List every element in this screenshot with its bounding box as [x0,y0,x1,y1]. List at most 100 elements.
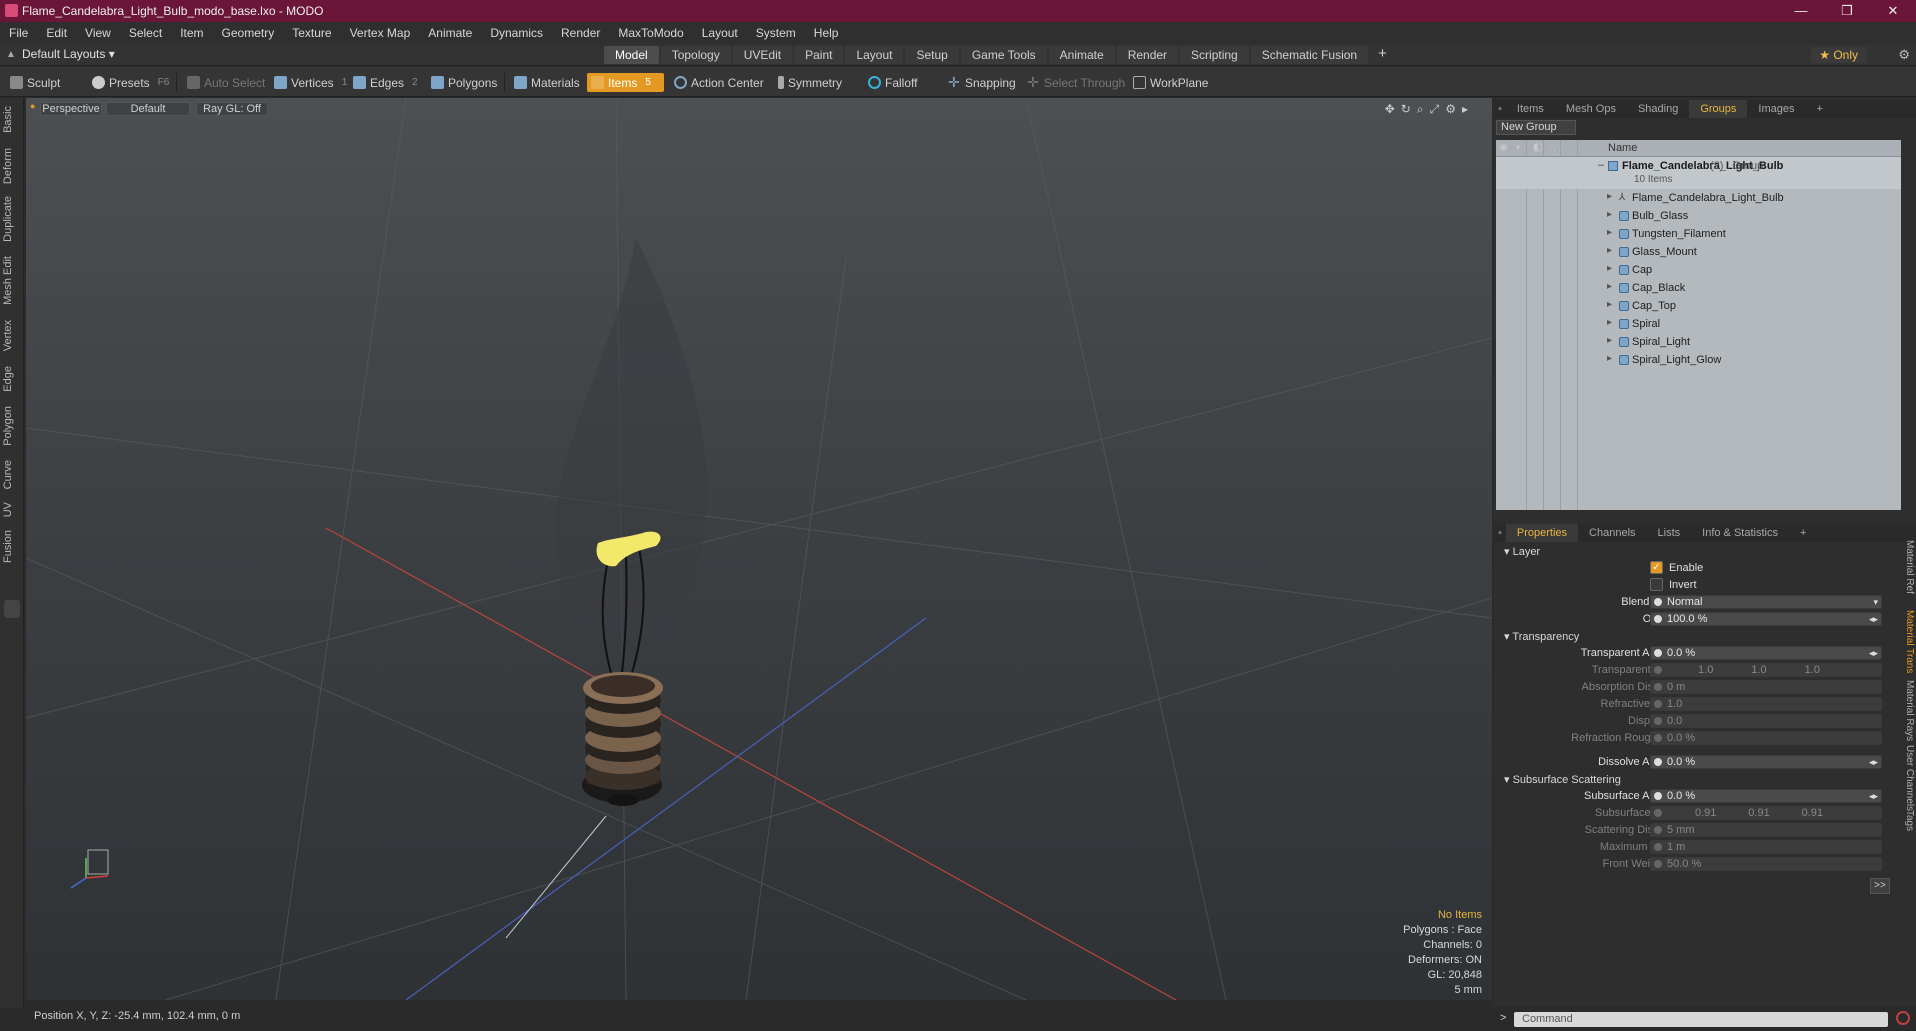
falloff-button[interactable]: Falloff [864,73,921,92]
side-tab-tags[interactable]: Tags [1901,810,1915,831]
menu-item[interactable]: Item [171,26,212,40]
command-input[interactable]: Command [1514,1012,1888,1027]
list-item[interactable]: ▸ Spiral [1496,315,1901,333]
side-tab-material-trans[interactable]: Material Trans [1901,610,1915,673]
tool-tab-duplicate[interactable]: Duplicate [2,196,20,242]
name-column-header[interactable]: Name [1608,142,1637,154]
select-through-button[interactable]: ✛ Select Through [1023,73,1129,92]
tab-scripting[interactable]: Scripting [1180,46,1249,64]
viewport-menu-icon[interactable]: ▸ [1462,102,1474,116]
tab-images[interactable]: Images [1747,100,1805,118]
menu-system[interactable]: System [747,26,805,40]
side-tab-material-rays[interactable]: Material Rays [1901,680,1915,741]
only-toggle[interactable]: ★ Only [1811,47,1866,63]
list-item[interactable]: ▸ Glass_Mount [1496,243,1901,261]
scene-canvas[interactable] [26,98,1492,1000]
menu-edit[interactable]: Edit [37,26,76,40]
dissolve-field[interactable]: 0.0 % ◂▸ [1650,755,1882,769]
menu-animate[interactable]: Animate [419,26,481,40]
transparent-color-field[interactable]: 1.0 1.0 1.0 [1650,663,1882,677]
dispersion-field[interactable]: 0.0 [1650,714,1882,728]
side-tab-material-ref[interactable]: Material Ref [1901,540,1915,594]
refractive-index-field[interactable]: 1.0 [1650,697,1882,711]
tool-tab-vertex[interactable]: Vertex [2,320,20,351]
tool-tab-uv[interactable]: UV [2,502,20,517]
action-center-button[interactable]: Action Center [670,73,768,92]
zoom-icon[interactable]: ⌕ [1417,102,1430,116]
more-button[interactable]: >> [1870,878,1890,894]
panel-handle-icon[interactable]: ▪ [1494,100,1506,118]
record-icon[interactable] [1896,1011,1910,1025]
menu-file[interactable]: File [0,26,37,40]
refraction-roughness-field[interactable]: 0.0 % [1650,731,1882,745]
group-row[interactable]: – Flame_Candelabra_Light_Bulb (2) : Grou… [1496,157,1901,189]
workplane-button[interactable]: WorkPlane [1129,73,1212,92]
tab-render[interactable]: Render [1116,46,1179,64]
pan-icon[interactable]: ✥ [1385,102,1401,116]
tab-lists[interactable]: Lists [1647,524,1692,542]
collapse-arrow-icon[interactable]: ▲ [6,49,16,60]
list-item[interactable]: ▸ Cap_Black [1496,279,1901,297]
side-tab-user-channels[interactable]: User Channels [1901,745,1915,811]
tool-tab-fusion[interactable]: Fusion [2,530,20,563]
menu-help[interactable]: Help [805,26,848,40]
add-tab-icon[interactable]: + [1370,46,1395,64]
add-panel-tab-icon[interactable]: + [1805,100,1833,118]
collapse-icon[interactable]: – [1598,159,1604,171]
shading-button[interactable]: Default [106,102,190,116]
edges-button[interactable]: Edges 2 [349,73,422,92]
tab-items[interactable]: Items [1506,100,1555,118]
tool-tab-deform[interactable]: Deform [2,148,20,184]
menu-dynamics[interactable]: Dynamics [481,26,552,40]
tool-tab-basic[interactable]: Basic [2,106,20,133]
section-subsurface[interactable]: ▾ Subsurface Scattering [1504,773,1621,786]
tool-tab-edge[interactable]: Edge [2,366,20,392]
menu-vertex-map[interactable]: Vertex Map [341,26,420,40]
list-item[interactable]: ▸ Spiral_Light_Glow [1496,351,1901,369]
blend-mode-select[interactable]: Normal ▾ [1650,595,1882,609]
maximum-depth-field[interactable]: 1 m [1650,840,1882,854]
layouts-dropdown[interactable]: Default Layouts ▾ [22,47,115,61]
list-item[interactable]: ▸ Cap [1496,261,1901,279]
tab-game-tools[interactable]: Game Tools [960,46,1047,64]
tab-model[interactable]: Model [604,46,659,64]
menu-layout[interactable]: Layout [693,26,747,40]
tab-groups[interactable]: Groups [1689,100,1748,118]
invert-checkbox[interactable] [1650,578,1663,591]
tab-layout[interactable]: Layout [845,46,904,64]
tool-tab-mesh-edit[interactable]: Mesh Edit [2,256,20,305]
tool-tab-polygon[interactable]: Polygon [2,406,20,446]
tab-setup[interactable]: Setup [905,46,959,64]
menu-view[interactable]: View [76,26,120,40]
close-button[interactable]: ✕ [1870,0,1916,22]
perspective-button[interactable]: Perspective [40,102,102,116]
tab-mesh-ops[interactable]: Mesh Ops [1555,100,1627,118]
tool-tab-extra[interactable] [4,600,20,618]
snapping-button[interactable]: ✛ Snapping [944,73,1020,92]
front-weighting-field[interactable]: 50.0 % [1650,857,1882,871]
tab-topology[interactable]: Topology [660,46,731,64]
tab-properties[interactable]: Properties [1505,524,1579,542]
tab-paint[interactable]: Paint [794,46,844,64]
minimize-button[interactable]: — [1778,0,1824,22]
scattering-distance-field[interactable]: 5 mm [1650,823,1882,837]
maximize-button[interactable]: ❐ [1824,0,1870,22]
eye-icon[interactable]: ◉ [1499,142,1508,153]
tab-uvedit[interactable]: UVEdit [732,46,793,64]
transparent-amount-field[interactable]: 0.0 % ◂▸ [1650,646,1882,660]
list-item[interactable]: ▸ Spiral_Light [1496,333,1901,351]
list-item[interactable]: ▸ ⅄ Flame_Candelabra_Light_Bulb [1496,189,1901,207]
menu-texture[interactable]: Texture [283,26,340,40]
menu-select[interactable]: Select [120,26,171,40]
items-button[interactable]: Items 5 [587,73,664,92]
list-item[interactable]: ▸ Bulb_Glass [1496,207,1901,225]
add-props-tab-icon[interactable]: + [1789,524,1817,542]
menu-maxtomodo[interactable]: MaxToModo [609,26,692,40]
symmetry-button[interactable]: Symmetry [774,73,846,92]
tool-tab-curve[interactable]: Curve [2,460,20,489]
polygons-button[interactable]: Polygons [427,73,501,92]
list-item[interactable]: ▸ Cap_Top [1496,297,1901,315]
3d-viewport[interactable]: ● Perspective Default Ray GL: Off ✥↻⌕⤢⚙▸… [26,98,1492,1000]
enable-checkbox[interactable]: ✓ [1650,561,1663,574]
fit-icon[interactable]: ⤢ [1430,102,1446,116]
